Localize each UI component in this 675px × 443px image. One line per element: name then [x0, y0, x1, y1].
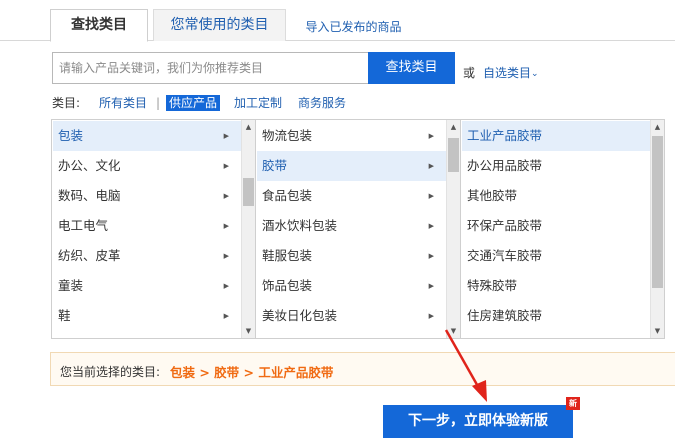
list-item[interactable]: 饰品包装 ▶ — [257, 271, 446, 301]
search-input[interactable] — [53, 53, 370, 83]
filter-option-all[interactable]: 所有类目 — [99, 96, 147, 110]
self-select-category-link[interactable]: 自选类目⌄ — [483, 64, 539, 81]
filter-option-supply[interactable]: 供应产品 — [166, 95, 221, 111]
caret-right-icon: ▶ — [428, 312, 434, 320]
caret-right-icon: ▶ — [428, 282, 434, 290]
list-item[interactable]: 食品包装 ▶ — [257, 181, 446, 211]
caret-right-icon: ▶ — [428, 162, 434, 170]
caret-right-icon: ▶ — [428, 192, 434, 200]
list-item-label: 食品包装 — [262, 188, 313, 203]
list-item[interactable]: 物流包装 ▶ — [257, 121, 446, 151]
list-item[interactable]: 特殊胶带 — [462, 271, 650, 301]
caret-right-icon: ▶ — [223, 192, 229, 200]
list-item-label: 物流包装 — [262, 128, 313, 143]
scroll-up-icon[interactable]: ▲ — [242, 120, 255, 134]
tab-find-category[interactable]: 查找类目 — [50, 9, 148, 42]
list-item[interactable]: 办公、文化 ▶ — [53, 151, 241, 181]
list-item-label: 酒水饮料包装 — [262, 218, 338, 233]
filter-label: 类目: — [52, 96, 81, 110]
caret-right-icon: ▶ — [223, 162, 229, 170]
list-item-label: 环保产品胶带 — [467, 218, 543, 233]
filter-option-business[interactable]: 商务服务 — [298, 96, 346, 110]
scroll-up-icon[interactable]: ▲ — [447, 120, 460, 134]
scrollbar[interactable]: ▲ ▼ — [241, 120, 255, 338]
list-item-label: 其他胶带 — [467, 188, 518, 203]
list-item-label: 数码、电脑 — [58, 188, 121, 203]
list-item[interactable]: 鞋 ▶ — [53, 301, 241, 331]
annotation-arrow-icon — [444, 329, 487, 402]
scroll-thumb[interactable] — [652, 136, 663, 288]
tab-frequently-used[interactable]: 您常使用的类目 — [153, 9, 286, 41]
list-item-label: 住房建筑胶带 — [467, 308, 543, 323]
search-field-wrapper — [52, 52, 370, 84]
list-item[interactable]: 美妆日化包装 ▶ — [257, 301, 446, 331]
caret-right-icon: ▶ — [223, 252, 229, 260]
selected-category-path: 包装 > 胶带 > 工业产品胶带 — [170, 365, 334, 380]
list-item-label: 美妆日化包装 — [262, 308, 338, 323]
list-item-label: 交通汽车胶带 — [467, 248, 543, 263]
list-item[interactable]: 包装 ▶ — [53, 121, 241, 151]
list-item[interactable]: 其他胶带 — [462, 181, 650, 211]
list-item-label: 纺织、皮革 — [58, 248, 121, 263]
caret-right-icon: ▶ — [223, 132, 229, 140]
list-item[interactable]: 纺织、皮革 ▶ — [53, 241, 241, 271]
list-item-label: 办公用品胶带 — [467, 158, 543, 173]
scrollbar[interactable]: ▲ ▼ — [650, 120, 664, 338]
caret-right-icon: ▶ — [223, 282, 229, 290]
list-item-label: 电工电气 — [58, 218, 109, 233]
category-tabs: 查找类目 您常使用的类目 导入已发布的商品 — [0, 0, 675, 44]
find-category-button[interactable]: 查找类目 — [368, 52, 455, 84]
filter-option-custom[interactable]: 加工定制 — [234, 96, 282, 110]
scroll-down-icon[interactable]: ▼ — [242, 324, 255, 338]
list-item-label: 办公、文化 — [58, 158, 121, 173]
caret-right-icon: ▶ — [223, 312, 229, 320]
scrollbar[interactable]: ▲ ▼ — [446, 120, 460, 338]
self-select-label: 自选类目 — [483, 66, 532, 80]
list-item[interactable]: 数码、电脑 ▶ — [53, 181, 241, 211]
list-item[interactable]: 交通汽车胶带 — [462, 241, 650, 271]
new-badge: 新 — [566, 397, 580, 410]
caret-right-icon: ▶ — [428, 222, 434, 230]
list-item-label: 包装 — [58, 128, 84, 143]
list-item-label: 特殊胶带 — [467, 278, 518, 293]
caret-right-icon: ▶ — [223, 222, 229, 230]
list-item-label: 鞋 — [58, 308, 71, 323]
caret-right-icon: ▶ — [428, 252, 434, 260]
caret-right-icon: ▶ — [428, 132, 434, 140]
list-item[interactable]: 胶带 ▶ — [257, 151, 446, 181]
list-item[interactable]: 住房建筑胶带 — [462, 301, 650, 331]
list-item-label: 工业产品胶带 — [467, 128, 543, 143]
list-item-label: 童装 — [58, 278, 84, 293]
list-item[interactable]: 电工电气 ▶ — [53, 211, 241, 241]
category-column-2: 物流包装 ▶ 胶带 ▶ 食品包装 ▶ 酒水饮料包装 ▶ 鞋服包装 ▶ 饰品包装 ▶ 美妆日化… — [255, 119, 461, 339]
list-item[interactable]: 鞋服包装 ▶ — [257, 241, 446, 271]
list-item[interactable]: 环保产品胶带 — [462, 211, 650, 241]
list-item[interactable]: 童装 ▶ — [53, 271, 241, 301]
category-column-1: 包装 ▶ 办公、文化 ▶ 数码、电脑 ▶ 电工电气 ▶ 纺织、皮革 ▶ 童装 ▶ 鞋 ▶ ▲ … — [51, 119, 256, 339]
scroll-down-icon[interactable]: ▼ — [651, 324, 664, 338]
selected-category-bar: 您当前选择的类目: 包装 > 胶带 > 工业产品胶带 — [50, 352, 675, 386]
list-item[interactable]: 工业产品胶带 — [462, 121, 650, 151]
import-published-link[interactable]: 导入已发布的商品 — [296, 12, 411, 44]
filter-separator: | — [156, 96, 161, 110]
list-item-label: 胶带 — [262, 158, 288, 173]
list-item[interactable]: 办公用品胶带 — [462, 151, 650, 181]
chevron-down-icon: ⌄ — [531, 69, 539, 79]
list-item-label: 鞋服包装 — [262, 248, 313, 263]
selected-category-label: 您当前选择的类目: — [60, 365, 161, 379]
or-text: 或 — [463, 66, 476, 80]
next-step-button[interactable]: 下一步，立即体验新版 — [383, 405, 573, 438]
list-item[interactable]: 酒水饮料包装 ▶ — [257, 211, 446, 241]
scroll-up-icon[interactable]: ▲ — [651, 120, 664, 134]
list-item-label: 饰品包装 — [262, 278, 313, 293]
scroll-thumb[interactable] — [243, 178, 254, 206]
scroll-thumb[interactable] — [448, 138, 459, 172]
category-column-3: 工业产品胶带 办公用品胶带 其他胶带 环保产品胶带 交通汽车胶带 特殊胶带 住房… — [460, 119, 665, 339]
